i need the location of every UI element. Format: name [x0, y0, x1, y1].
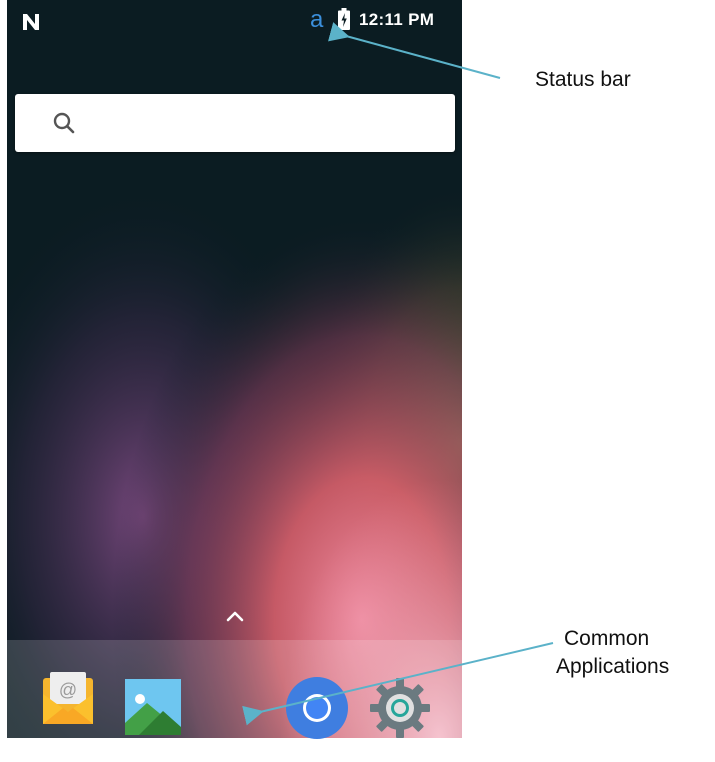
svg-text:@: @: [59, 680, 77, 700]
clock: 12:11 PM: [359, 10, 435, 29]
search-icon[interactable]: [51, 110, 77, 136]
chrome-icon[interactable]: [285, 676, 349, 740]
status-bar: a 12:11 PM: [7, 0, 462, 44]
gallery-icon[interactable]: [125, 679, 181, 735]
status-bar-label: Status bar: [535, 68, 631, 91]
email-icon[interactable]: @: [39, 670, 97, 728]
search-bar[interactable]: [15, 94, 455, 152]
phone-screen: a 12:11 PM: [7, 0, 462, 738]
app-drawer-chevron-icon[interactable]: [225, 609, 245, 623]
common-applications-label-line2: Applications: [556, 655, 670, 678]
common-applications-label-line1: Common: [564, 627, 650, 650]
android-n-icon: [23, 14, 39, 30]
battery-charging-icon: [338, 8, 350, 30]
notification-icon: a: [310, 6, 324, 33]
settings-icon[interactable]: [368, 676, 432, 740]
common-applications-label: Common Applications: [556, 625, 669, 681]
